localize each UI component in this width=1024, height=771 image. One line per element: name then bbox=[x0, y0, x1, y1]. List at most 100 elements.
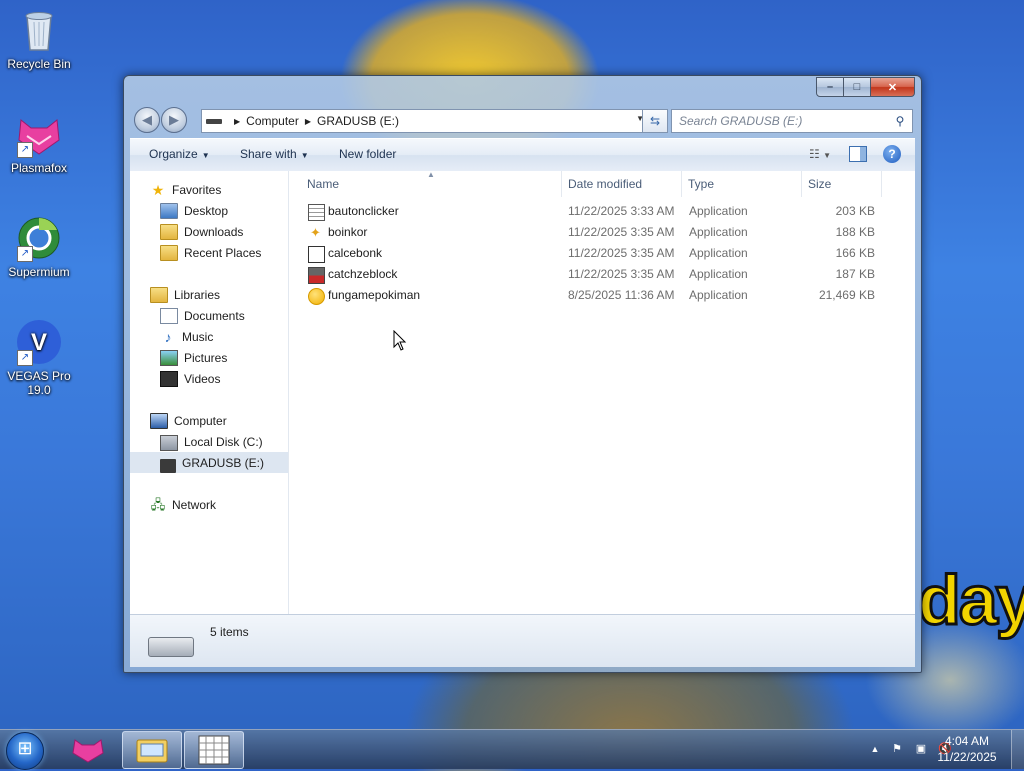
navigation-bar: ◀ ▶ ▶ Computer ▶ GRADUSB (E:) ▼ ⇆ Search… bbox=[130, 105, 915, 137]
search-box[interactable]: Search GRADUSB (E:) ⚲ bbox=[671, 109, 913, 133]
network-status-icon[interactable]: ▣ bbox=[914, 742, 928, 756]
file-size: 166 KB bbox=[835, 246, 875, 260]
forward-button[interactable]: ▶ bbox=[161, 107, 187, 133]
tree-videos[interactable]: Videos bbox=[130, 368, 288, 389]
plasmafox-icon: ↗ bbox=[15, 110, 63, 158]
desktop-icon bbox=[160, 202, 178, 219]
usb-drive-icon bbox=[160, 458, 176, 473]
documents-icon bbox=[160, 307, 178, 324]
column-header-name[interactable]: ▲ Name bbox=[289, 170, 562, 197]
file-size: 203 KB bbox=[835, 204, 875, 218]
column-header-size[interactable]: Size bbox=[802, 171, 882, 197]
file-date: 11/22/2025 3:35 AM bbox=[568, 267, 675, 281]
desktop-icon-label: VEGAS Pro 19.0 bbox=[7, 369, 71, 397]
change-view-button[interactable]: ☷ ▼ bbox=[809, 147, 831, 161]
pictures-icon bbox=[160, 349, 178, 366]
taskbar-plasmafox[interactable] bbox=[60, 731, 118, 767]
file-type: Application bbox=[689, 204, 748, 218]
column-header-type[interactable]: Type bbox=[682, 171, 802, 197]
back-button[interactable]: ◀ bbox=[134, 107, 160, 133]
breadcrumb-computer[interactable]: Computer bbox=[246, 114, 299, 128]
taskbar-bautonclicker[interactable] bbox=[184, 731, 244, 769]
tree-network[interactable]: 🖧 Network bbox=[130, 494, 288, 515]
shortcut-arrow-icon: ↗ bbox=[17, 350, 33, 366]
show-hidden-icons-icon[interactable]: ▲ bbox=[868, 742, 882, 756]
file-row[interactable]: ✦ boinkor 11/22/2025 3:35 AM Application… bbox=[289, 222, 915, 243]
breadcrumb-chevron-icon[interactable]: ▶ bbox=[305, 117, 311, 126]
tree-libraries[interactable]: Libraries bbox=[130, 284, 288, 305]
desktop-icon-label: Recycle Bin bbox=[7, 57, 71, 71]
help-button[interactable]: ? bbox=[883, 145, 901, 163]
clock-time: 4:04 AM bbox=[944, 734, 990, 748]
tree-favorites[interactable]: ★ Favorites bbox=[130, 179, 288, 200]
videos-icon bbox=[160, 370, 178, 387]
file-name: fungamepokiman bbox=[328, 288, 421, 302]
minimize-button[interactable]: – bbox=[816, 77, 844, 97]
taskbar: ▲ ⚑ ▣ 🔇 4:04 AM 11/22/2025 bbox=[0, 729, 1024, 770]
action-center-icon[interactable]: ⚑ bbox=[890, 742, 904, 756]
mouse-cursor-icon bbox=[393, 330, 407, 351]
clock-date: 11/22/2025 bbox=[937, 750, 997, 764]
breadcrumb-chevron-icon[interactable]: ▶ bbox=[234, 117, 240, 126]
column-header-date[interactable]: Date modified bbox=[562, 171, 682, 197]
tree-computer[interactable]: Computer bbox=[130, 410, 288, 431]
tree-desktop[interactable]: Desktop bbox=[130, 200, 288, 221]
file-row[interactable]: fungamepokiman 8/25/2025 11:36 AM Applic… bbox=[289, 285, 915, 306]
file-date: 11/22/2025 3:35 AM bbox=[568, 225, 675, 239]
refresh-button[interactable]: ⇆ bbox=[642, 109, 668, 133]
calculator-app-icon bbox=[308, 246, 325, 263]
file-date: 11/22/2025 3:33 AM bbox=[568, 204, 675, 218]
close-button[interactable]: ✕ bbox=[870, 77, 915, 97]
forward-arrow-icon: ▶ bbox=[169, 112, 179, 127]
tree-gradusb[interactable]: GRADUSB (E:) bbox=[130, 452, 288, 473]
start-button[interactable] bbox=[6, 732, 44, 770]
tree-music[interactable]: ♪ Music bbox=[130, 326, 288, 347]
command-bar: Organize ▼ Share with ▼ New folder ☷ ▼ ? bbox=[130, 138, 915, 172]
file-date: 8/25/2025 11:36 AM bbox=[568, 288, 675, 302]
file-row[interactable]: calcebonk 11/22/2025 3:35 AM Application… bbox=[289, 243, 915, 264]
tree-recent-places[interactable]: Recent Places bbox=[130, 242, 288, 263]
drive-icon bbox=[206, 118, 222, 124]
usb-drive-large-icon bbox=[148, 637, 194, 657]
search-icon[interactable]: ⚲ bbox=[892, 114, 908, 128]
tree-local-disk[interactable]: Local Disk (C:) bbox=[130, 431, 288, 452]
chevron-down-icon: ▼ bbox=[300, 151, 309, 160]
vegas-pro-icon: V ↗ bbox=[15, 318, 63, 366]
search-placeholder: Search GRADUSB (E:) bbox=[679, 114, 803, 128]
shortcut-arrow-icon: ↗ bbox=[17, 142, 33, 158]
desktop-icon-recycle-bin[interactable]: Recycle Bin bbox=[0, 6, 78, 71]
desktop-icon-vegas-pro[interactable]: V ↗ VEGAS Pro 19.0 bbox=[0, 318, 78, 397]
back-arrow-icon: ◀ bbox=[142, 112, 152, 127]
file-row[interactable]: bautonclicker 11/22/2025 3:33 AM Applica… bbox=[289, 201, 915, 222]
desktop-icon-label: Plasmafox bbox=[10, 161, 68, 175]
star-icon: ★ bbox=[151, 181, 165, 198]
tree-documents[interactable]: Documents bbox=[130, 305, 288, 326]
new-folder-button[interactable]: New folder bbox=[339, 147, 396, 161]
view-details-icon: ☷ bbox=[808, 147, 820, 161]
desktop-icon-plasmafox[interactable]: ↗ Plasmafox bbox=[0, 110, 78, 175]
desktop-icon-supermium[interactable]: ↗ Supermium bbox=[0, 214, 78, 279]
recycle-bin-icon bbox=[15, 6, 63, 54]
breadcrumb-gradusb[interactable]: GRADUSB (E:) bbox=[317, 114, 399, 128]
desktop-icon-label: Supermium bbox=[8, 265, 70, 279]
address-bar[interactable]: ▶ Computer ▶ GRADUSB (E:) ▼ bbox=[201, 109, 649, 133]
details-pane: 5 items bbox=[130, 614, 915, 667]
maximize-button[interactable]: □ bbox=[843, 77, 871, 97]
file-size: 188 KB bbox=[835, 225, 875, 239]
tree-pictures[interactable]: Pictures bbox=[130, 347, 288, 368]
organize-button[interactable]: Organize ▼ bbox=[149, 147, 210, 161]
share-with-button[interactable]: Share with ▼ bbox=[240, 147, 309, 161]
file-type: Application bbox=[689, 246, 748, 260]
file-size: 21,469 KB bbox=[818, 288, 875, 302]
taskbar-explorer[interactable] bbox=[122, 731, 182, 769]
plasmafox-icon bbox=[72, 739, 104, 763]
file-name: bautonclicker bbox=[328, 204, 399, 218]
vegas-glyph: V bbox=[31, 329, 47, 356]
file-row[interactable]: catchzeblock 11/22/2025 3:35 AM Applicat… bbox=[289, 264, 915, 285]
clock[interactable]: 4:04 AM 11/22/2025 bbox=[932, 733, 1002, 765]
folder-icon bbox=[136, 739, 168, 763]
preview-pane-button[interactable] bbox=[849, 146, 867, 162]
file-size: 187 KB bbox=[835, 267, 875, 281]
tree-downloads[interactable]: Downloads bbox=[130, 221, 288, 242]
show-desktop-button[interactable] bbox=[1011, 730, 1024, 769]
